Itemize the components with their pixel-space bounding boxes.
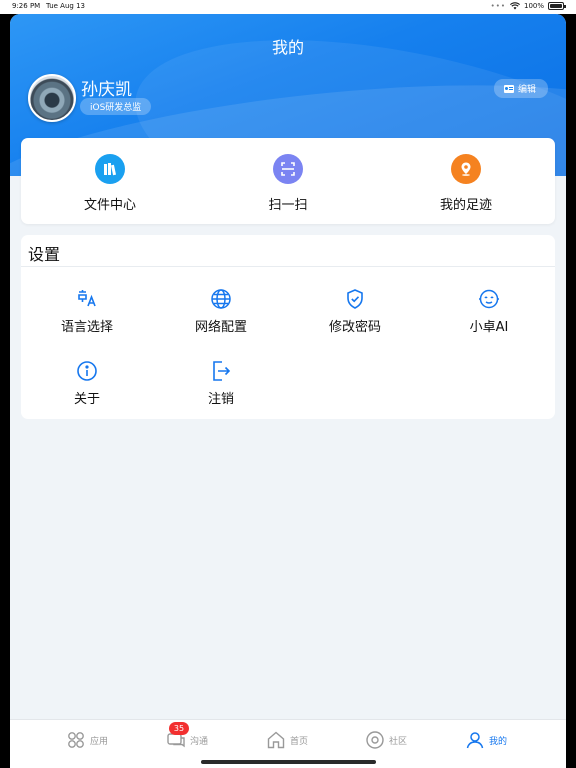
tab-label: 沟通	[190, 736, 209, 747]
settings-item-label: 修改密码	[328, 320, 381, 335]
multitasking-dots: •••	[490, 2, 506, 10]
location-pin-icon	[451, 154, 481, 184]
quick-action-label: 我的足迹	[439, 198, 492, 213]
divider	[21, 266, 555, 267]
home-indicator	[201, 760, 376, 764]
settings-item-label: 语言选择	[60, 320, 113, 335]
battery-percent: 100%	[523, 2, 544, 10]
tab-label: 首页	[290, 736, 309, 747]
tab-home[interactable]: 首页	[266, 730, 308, 750]
settings-item-label: 注销	[207, 392, 234, 407]
settings-title: 设置	[28, 245, 61, 264]
tab-label: 社区	[389, 736, 408, 747]
info-icon	[77, 361, 97, 381]
tab-apps[interactable]: 应用	[66, 730, 108, 750]
quick-action-label: 扫一扫	[268, 198, 308, 213]
community-icon	[366, 731, 384, 749]
settings-item-language[interactable]: 语言选择	[37, 287, 137, 335]
avatar[interactable]	[28, 74, 76, 122]
edit-button-label: 编辑	[518, 85, 537, 95]
settings-item-change-password[interactable]: 修改密码	[305, 287, 405, 335]
user-role-badge: iOS研发总监	[80, 98, 152, 115]
quick-action-footprint[interactable]: 我的足迹	[406, 154, 526, 213]
quick-action-label: 文件中心	[83, 198, 136, 213]
edit-profile-button[interactable]: 编辑	[494, 79, 549, 98]
battery-icon	[548, 2, 566, 10]
settings-item-label: 网络配置	[194, 320, 247, 335]
settings-item-label: 关于	[73, 392, 100, 407]
folder-stack-icon	[95, 154, 125, 184]
status-right: ••• 100%	[490, 2, 566, 10]
home-icon	[267, 731, 285, 749]
unread-badge: 35	[169, 722, 189, 735]
id-card-icon	[504, 84, 514, 93]
tab-profile[interactable]: 我的	[465, 730, 507, 750]
user-name: 孙庆凯	[81, 80, 132, 100]
profile-icon	[466, 732, 484, 749]
robot-face-icon	[479, 289, 499, 309]
language-icon	[78, 290, 96, 307]
settings-item-network[interactable]: 网络配置	[171, 287, 271, 335]
status-bar: 9:26 PM Tue Aug 13 ••• 100%	[0, 0, 576, 14]
tab-chat[interactable]: 沟通 35	[166, 722, 209, 750]
quick-action-file-center[interactable]: 文件中心	[50, 154, 170, 213]
globe-icon	[211, 289, 231, 309]
profile-sheet: 我的 孙庆凯 iOS研发总监 编辑 文件中心 扫一扫 我的足迹 设置 语言选择 …	[10, 14, 566, 768]
settings-item-logout[interactable]: 注销	[171, 359, 271, 407]
page-title: 我的	[271, 38, 304, 57]
status-time: 9:26 PM	[12, 2, 41, 10]
tab-label: 应用	[90, 736, 109, 747]
settings-card: 设置 语言选择 网络配置 修改密码 小卓AI 关于 注销	[21, 235, 555, 419]
tab-community[interactable]: 社区	[365, 730, 407, 750]
quick-actions-card: 文件中心 扫一扫 我的足迹	[21, 138, 555, 224]
wifi-icon	[510, 2, 520, 10]
scan-icon	[273, 154, 303, 184]
settings-item-label: 小卓AI	[469, 320, 509, 335]
status-date: Tue Aug 13	[46, 2, 85, 10]
settings-item-xiaozhuo-ai[interactable]: 小卓AI	[439, 287, 539, 335]
quick-action-scan[interactable]: 扫一扫	[228, 154, 348, 213]
tab-label: 我的	[489, 736, 508, 747]
apps-grid-icon	[68, 732, 84, 748]
shield-check-icon	[347, 289, 363, 309]
logout-icon	[213, 361, 231, 381]
settings-item-about[interactable]: 关于	[37, 359, 137, 407]
